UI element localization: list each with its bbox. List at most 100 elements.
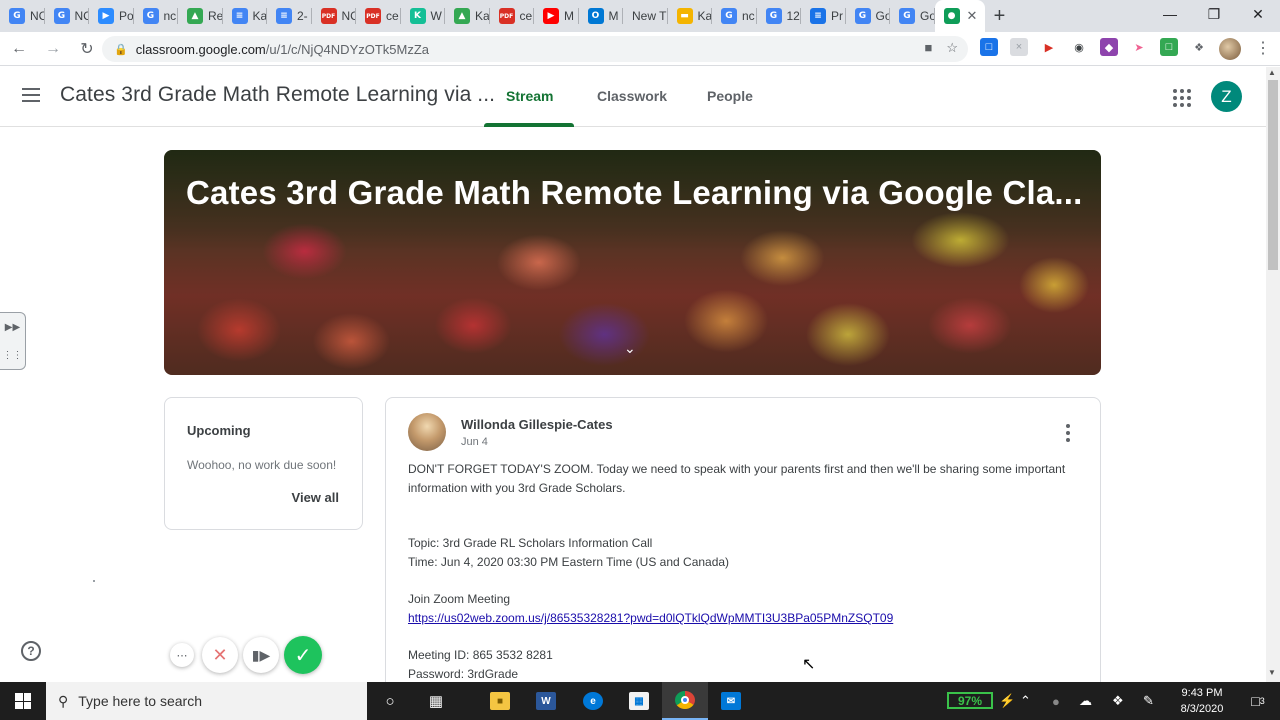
browser-tab[interactable]: ▶ M (534, 0, 579, 32)
browser-tab[interactable]: OM (579, 0, 624, 32)
browser-tab-label: M (564, 9, 574, 23)
scroll-down-arrow-icon[interactable]: ▼ (1268, 668, 1276, 677)
extension-arrow-icon[interactable]: ➤ (1130, 38, 1148, 56)
edge-icon[interactable]: e (570, 682, 616, 720)
extension-purple-icon[interactable]: ◆ (1100, 38, 1118, 56)
battery-indicator[interactable]: 97% (947, 692, 993, 709)
extension-gray-icon[interactable]: × (1010, 38, 1028, 56)
browser-tab-label: nc (163, 9, 177, 23)
browser-tab[interactable]: ▬ Ka (668, 0, 712, 32)
close-window-icon[interactable]: ✕ (1236, 0, 1280, 28)
browser-tab[interactable]: ≡ 2- (267, 0, 312, 32)
power-plug-icon[interactable]: ⚡ (999, 682, 1015, 720)
new-tab-icon[interactable]: + (985, 0, 1015, 32)
reject-button[interactable]: ✕ (202, 637, 238, 673)
accept-button[interactable]: ✓ (284, 636, 322, 674)
browser-menu-icon[interactable]: ⋮ (1255, 38, 1271, 58)
taskbar-clock[interactable]: 9:43 PM 8/3/2020 (1170, 685, 1234, 717)
browser-tab[interactable]: G Go (890, 0, 935, 32)
classroom-header: Cates 3rd Grade Math Remote Learning via… (0, 67, 1266, 127)
mouse-cursor-icon: ↖ (802, 656, 816, 673)
browser-tab[interactable]: New T (623, 0, 668, 32)
extension-translate-icon[interactable]: □ (980, 38, 998, 56)
hamburger-menu-icon[interactable] (22, 88, 40, 102)
camera-blocked-icon[interactable]: ■ (924, 40, 932, 56)
side-panel-toggle[interactable]: ▶▶ ⋮⋮ (0, 312, 26, 370)
browser-tab-label: 12 (786, 9, 800, 23)
browser-tab[interactable]: PDF ce (490, 0, 535, 32)
onedrive-icon[interactable]: ☁ (1079, 682, 1092, 720)
address-bar[interactable]: 🔒 classroom.google.com/u/1/c/NjQ4NDYzOTk… (102, 36, 968, 62)
browser-tab[interactable]: Gnc (134, 0, 179, 32)
cortana-icon[interactable]: ○ (367, 682, 413, 720)
task-view-icon[interactable]: ▦ (413, 682, 459, 720)
post-meeting-id: Meeting ID: 865 3532 8281 (408, 648, 553, 662)
more-options-button[interactable]: ⋯ (170, 643, 194, 667)
browser-tab[interactable]: Gnc (712, 0, 757, 32)
browser-tab[interactable]: G NC (0, 0, 45, 32)
browser-tab[interactable]: ▶ Po (89, 0, 134, 32)
browser-tab[interactable]: ≡ Pr (801, 0, 846, 32)
chrome-icon[interactable] (662, 682, 708, 720)
tab-people[interactable]: People (707, 88, 753, 104)
minimize-icon[interactable]: — (1148, 0, 1192, 28)
browser-tab-label: ce (386, 9, 399, 23)
word-icon[interactable]: W (523, 682, 569, 720)
show-hidden-icons[interactable]: ⌃ (1020, 682, 1031, 720)
bookmark-star-icon[interactable]: ☆ (946, 40, 958, 56)
browser-tab[interactable]: ▲ Ka (445, 0, 490, 32)
file-explorer-icon[interactable]: ■ (477, 682, 523, 720)
account-avatar[interactable]: Z (1211, 81, 1242, 112)
close-tab-icon[interactable]: ✕ (967, 8, 978, 24)
megaphone-icon[interactable]: ▶ (1040, 38, 1058, 56)
browser-profile-avatar[interactable] (1219, 38, 1241, 60)
browser-tab[interactable]: PDF NC (312, 0, 356, 32)
google-apps-icon[interactable] (1173, 89, 1191, 107)
forward-icon[interactable]: → (38, 34, 68, 64)
sheets-icon: ≡ (810, 8, 826, 24)
browser-tab[interactable]: ▲ Re (178, 0, 223, 32)
browser-tab[interactable]: G NC (45, 0, 89, 32)
skip-button[interactable]: ▮▶ (243, 637, 279, 673)
maximize-icon[interactable]: ❐ (1192, 0, 1236, 28)
browser-tab-label: Po (119, 9, 134, 23)
view-all-link[interactable]: View all (292, 490, 339, 505)
extension-spiral-icon[interactable]: ◉ (1070, 38, 1088, 56)
browser-tab-strip: G NC G NC ▶ Po Gnc ▲ Re ≡ Ka ≡ 2- PDF NC PDF ce K W ▲ Ka PDF c… (0, 0, 1280, 32)
browser-tab[interactable]: G 12 (757, 0, 802, 32)
browser-tab-active[interactable]: ● ✕ (934, 0, 985, 32)
post-more-options-icon[interactable] (1066, 424, 1070, 442)
active-tab-indicator (484, 123, 574, 127)
class-title[interactable]: Cates 3rd Grade Math Remote Learning via… (60, 83, 495, 107)
help-icon[interactable]: ? (21, 641, 41, 661)
browser-tab-label: Ka (475, 9, 490, 23)
post-topic: Topic: 3rd Grade RL Scholars Information… (408, 536, 653, 550)
extension-green-icon[interactable]: □ (1160, 38, 1178, 56)
reload-icon[interactable]: ↻ (72, 34, 102, 64)
store-icon[interactable]: ▦ (616, 682, 662, 720)
tab-classwork[interactable]: Classwork (597, 88, 667, 104)
browser-tab[interactable]: ≡ Ka (223, 0, 267, 32)
docs-icon: ≡ (231, 8, 248, 24)
back-icon[interactable]: ← (4, 34, 34, 64)
scrollbar-thumb[interactable] (1268, 80, 1278, 270)
browser-tab[interactable]: PDF ce (356, 0, 401, 32)
author-avatar (408, 413, 446, 451)
pen-icon[interactable]: ✎ (1143, 682, 1154, 720)
browser-tab[interactable]: KW (401, 0, 446, 32)
windows-start-icon[interactable] (0, 682, 46, 720)
tab-stream[interactable]: Stream (506, 88, 553, 104)
extensions-puzzle-icon[interactable]: ❖ (1190, 38, 1208, 56)
browser-tab[interactable]: G Go (846, 0, 890, 32)
action-center-icon[interactable]: □ 3 (1240, 682, 1276, 720)
taskbar-search-box[interactable]: ⚲ Type here to search (46, 682, 367, 720)
scroll-up-arrow-icon[interactable]: ▲ (1268, 68, 1276, 77)
chevron-down-icon[interactable]: ⌄ (624, 340, 636, 357)
dropbox-icon[interactable]: ❖ (1112, 682, 1124, 720)
zoom-meeting-link[interactable]: https://us02web.zoom.us/j/86535328281?pw… (408, 611, 893, 625)
youtube-icon: ▶ (543, 8, 559, 24)
microphone-icon[interactable]: ● (1052, 682, 1060, 720)
browser-tab-label: ce (519, 9, 533, 23)
upcoming-message: Woohoo, no work due soon! (187, 458, 337, 472)
mail-icon[interactable]: ✉ (708, 682, 754, 720)
